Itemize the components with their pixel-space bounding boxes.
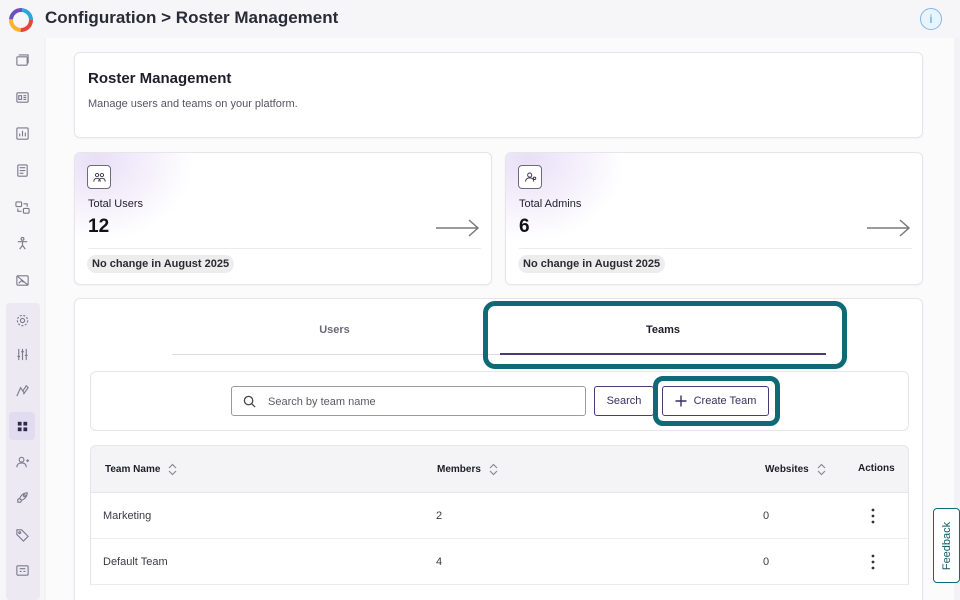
user-admin-icon[interactable]	[10, 450, 34, 474]
team-name-cell: Marketing	[103, 510, 152, 522]
breadcrumb-title: Configuration > Roster Management	[45, 8, 339, 27]
tag-icon[interactable]	[10, 522, 34, 546]
column-label: Team Name	[105, 464, 161, 475]
billing-icon[interactable]	[10, 558, 34, 582]
sliders-icon[interactable]	[10, 342, 34, 366]
accessibility-icon[interactable]	[10, 231, 34, 255]
users-icon	[87, 165, 111, 189]
top-bar: Configuration > Roster Management i	[0, 0, 960, 38]
stat-label: Total Admins	[519, 198, 582, 210]
more-actions-icon[interactable]	[866, 553, 880, 571]
members-cell: 2	[436, 510, 443, 522]
stat-value: 6	[519, 216, 530, 237]
tab-users[interactable]: Users	[172, 324, 497, 336]
column-members[interactable]: Members	[437, 463, 499, 476]
app-logo-icon[interactable]	[8, 7, 34, 33]
feedback-label: Feedback	[940, 521, 953, 570]
column-actions: Actions	[858, 463, 895, 474]
members-cell: 4	[436, 556, 443, 568]
search-icon	[243, 395, 256, 408]
teams-tab-highlight	[483, 301, 847, 369]
feedback-button[interactable]: Feedback	[933, 508, 960, 583]
stat-label: Total Users	[88, 198, 144, 210]
status-badge: No change in August 2025	[87, 255, 235, 273]
page-title: Roster Management	[88, 70, 232, 87]
report-icon[interactable]	[10, 121, 34, 145]
browser-icon[interactable]	[10, 48, 34, 72]
settings-icon[interactable]	[10, 308, 34, 332]
info-icon[interactable]: i	[920, 8, 942, 30]
main-content: Roster Management Manage users and teams…	[46, 38, 954, 600]
divider	[88, 248, 481, 249]
brush-icon[interactable]	[10, 378, 34, 402]
table-header: Team Name Members Websites Actions	[91, 446, 908, 493]
teams-table: Team Name Members Websites Actions Marke…	[90, 445, 909, 585]
sort-icon[interactable]	[816, 463, 827, 476]
table-row[interactable]: Marketing 2 0	[91, 493, 908, 539]
column-label: Websites	[765, 464, 809, 475]
search-toolbar: Search Create Team	[90, 371, 909, 431]
create-team-highlight	[653, 376, 780, 426]
divider	[519, 248, 912, 249]
arrow-right-icon[interactable]	[866, 217, 912, 239]
table-row[interactable]: Default Team 4 0	[91, 539, 908, 585]
column-label: Actions	[858, 463, 895, 474]
search-field[interactable]	[231, 386, 586, 416]
page-header-card: Roster Management Manage users and teams…	[74, 52, 923, 138]
stat-value: 12	[88, 216, 110, 237]
teams-icon[interactable]	[9, 412, 35, 440]
websites-cell: 0	[763, 510, 770, 522]
status-badge: No change in August 2025	[518, 255, 666, 273]
image-off-icon[interactable]	[10, 268, 34, 292]
websites-cell: 0	[763, 556, 770, 568]
sort-icon[interactable]	[167, 463, 178, 476]
search-button[interactable]: Search	[594, 386, 654, 416]
total-users-card[interactable]: Total Users 12 No change in August 2025	[74, 152, 492, 285]
page-subtitle: Manage users and teams on your platform.	[88, 98, 298, 110]
dashboard-icon[interactable]	[10, 85, 34, 109]
arrow-right-icon[interactable]	[435, 217, 481, 239]
column-team-name[interactable]: Team Name	[105, 463, 178, 476]
total-admins-card[interactable]: Total Admins 6 No change in August 2025	[505, 152, 923, 285]
column-websites[interactable]: Websites	[765, 463, 827, 476]
column-label: Members	[437, 464, 481, 475]
rocket-icon[interactable]	[10, 485, 34, 509]
document-icon[interactable]	[10, 158, 34, 182]
team-name-cell: Default Team	[103, 556, 168, 568]
sort-icon[interactable]	[488, 463, 499, 476]
admin-icon	[518, 165, 542, 189]
workflow-icon[interactable]	[10, 195, 34, 219]
sidebar	[0, 38, 44, 600]
roster-tabs-card: Users Teams Search Create Team Team Name	[74, 298, 923, 600]
more-actions-icon[interactable]	[866, 507, 880, 525]
search-input[interactable]	[268, 393, 568, 410]
